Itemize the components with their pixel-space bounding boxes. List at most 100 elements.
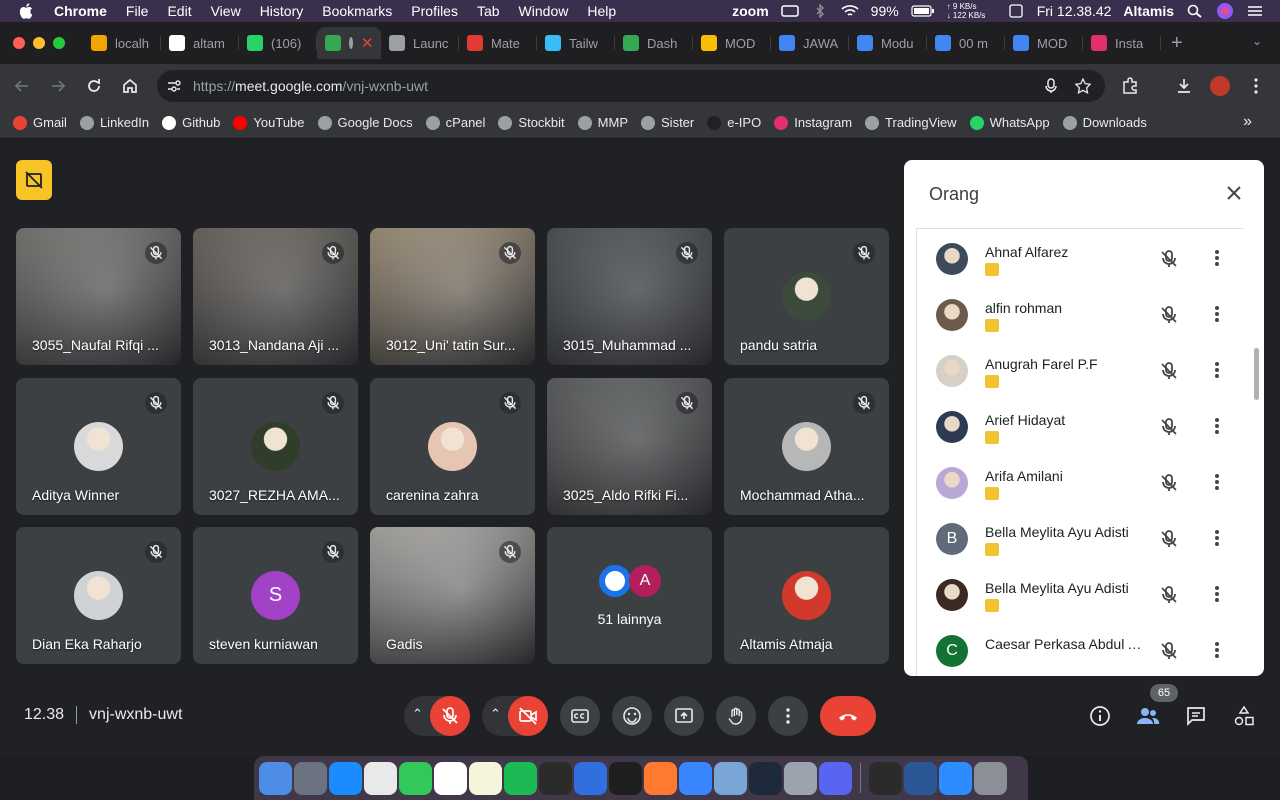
- wifi-icon[interactable]: [841, 4, 859, 18]
- siri-icon[interactable]: [1216, 2, 1234, 20]
- bluetooth-icon[interactable]: [811, 4, 829, 18]
- close-tab-icon[interactable]: ✕: [361, 34, 374, 52]
- people-list-item[interactable]: C Caesar Perkasa Abdul A...: [917, 621, 1244, 676]
- back-button[interactable]: [4, 68, 40, 104]
- bookmark-item[interactable]: WhatsApp: [969, 115, 1050, 130]
- calendar-icon[interactable]: [1007, 4, 1025, 18]
- participant-more-button[interactable]: [1207, 248, 1227, 268]
- bookmark-item[interactable]: Gmail: [13, 115, 67, 130]
- mute-participant-button[interactable]: [1159, 249, 1179, 269]
- people-list-item[interactable]: Anugrah Farel P.F: [917, 341, 1244, 397]
- dock-app-icon[interactable]: [819, 761, 852, 795]
- dock-app-icon[interactable]: [714, 761, 747, 795]
- people-list-scrollbar[interactable]: [1254, 348, 1259, 400]
- participant-tile[interactable]: Altamis Atmaja: [724, 527, 889, 664]
- activities-button[interactable]: [1224, 696, 1264, 736]
- participant-tile[interactable]: 3027_REZHA AMA...: [193, 378, 358, 515]
- participant-tile[interactable]: 3025_Aldo Rifki Fi...: [547, 378, 712, 515]
- control-center-icon[interactable]: [1246, 4, 1264, 18]
- minimize-window-button[interactable]: [33, 37, 45, 49]
- tab-active-meet[interactable]: ✕: [317, 27, 381, 59]
- battery-icon[interactable]: [911, 4, 935, 18]
- microphone-icon[interactable]: [1043, 78, 1059, 94]
- new-tab-button[interactable]: +: [1171, 32, 1183, 55]
- zoom-window-button[interactable]: [53, 37, 65, 49]
- people-list-item[interactable]: alfin rohman: [917, 285, 1244, 341]
- mute-participant-button[interactable]: [1159, 305, 1179, 325]
- browser-tab[interactable]: Mate: [459, 27, 537, 59]
- menu-tab[interactable]: Tab: [477, 3, 500, 19]
- tab-search-chevron-icon[interactable]: ⌄: [1252, 34, 1268, 50]
- browser-tab[interactable]: Insta: [1083, 27, 1161, 59]
- browser-tab[interactable]: altam: [161, 27, 239, 59]
- more-options-button[interactable]: [768, 696, 808, 736]
- spotlight-search-icon[interactable]: [1186, 4, 1204, 18]
- dock-app-icon[interactable]: [869, 761, 902, 795]
- participant-tile[interactable]: 3013_Nandana Aji ...: [193, 228, 358, 365]
- browser-tab[interactable]: MOD: [1005, 27, 1083, 59]
- browser-tab[interactable]: (106): [239, 27, 317, 59]
- captions-button[interactable]: [560, 696, 600, 736]
- menu-view[interactable]: View: [211, 3, 241, 19]
- menu-help[interactable]: Help: [587, 3, 616, 19]
- participant-more-button[interactable]: [1207, 472, 1227, 492]
- people-list-item[interactable]: Arief Hidayat: [917, 397, 1244, 453]
- menu-profiles[interactable]: Profiles: [411, 3, 458, 19]
- chat-button[interactable]: [1176, 696, 1216, 736]
- browser-tab[interactable]: JAWA: [771, 27, 849, 59]
- dock-app-icon[interactable]: [974, 761, 1007, 795]
- dock-app-icon[interactable]: [784, 761, 817, 795]
- bookmark-star-icon[interactable]: [1075, 78, 1091, 94]
- dock-app-icon[interactable]: [574, 761, 607, 795]
- dock-app-icon[interactable]: [329, 761, 362, 795]
- apple-icon[interactable]: [18, 2, 36, 20]
- bookmark-item[interactable]: YouTube: [233, 115, 305, 130]
- address-bar[interactable]: https://meet.google.com/vnj-wxnb-uwt: [157, 70, 1105, 102]
- bookmark-item[interactable]: Sister: [641, 115, 694, 130]
- leave-call-button[interactable]: [820, 696, 876, 736]
- home-button[interactable]: [112, 68, 148, 104]
- bookmark-item[interactable]: Stockbit: [498, 115, 565, 130]
- unmute-microphone-button[interactable]: [430, 696, 470, 736]
- participant-tile[interactable]: Ssteven kurniawan: [193, 527, 358, 664]
- participant-tile[interactable]: 3012_Uni' tatin Sur...: [370, 228, 535, 365]
- people-list-item[interactable]: B Bella Meylita Ayu Adisti: [917, 509, 1244, 565]
- meeting-details-button[interactable]: [1080, 696, 1120, 736]
- bookmark-item[interactable]: e-IPO: [707, 115, 761, 130]
- bookmark-item[interactable]: MMP: [577, 115, 628, 130]
- clock[interactable]: Fri 12.38.42: [1037, 3, 1112, 19]
- audio-options-chevron-icon[interactable]: ⌃: [412, 706, 423, 722]
- more-participants-tile[interactable]: A 51 lainnya: [547, 527, 712, 664]
- present-screen-button[interactable]: [664, 696, 704, 736]
- raise-hand-button[interactable]: [716, 696, 756, 736]
- mute-participant-button[interactable]: [1159, 641, 1179, 661]
- bookmark-item[interactable]: Instagram: [774, 115, 852, 130]
- dock-app-icon[interactable]: [294, 761, 327, 795]
- participant-tile[interactable]: Mochammad Atha...: [724, 378, 889, 515]
- dock-app-icon[interactable]: [434, 761, 467, 795]
- close-icon[interactable]: [1224, 183, 1244, 203]
- chrome-menu-button[interactable]: [1238, 68, 1274, 104]
- dock-app-icon[interactable]: [904, 761, 937, 795]
- dock-app-icon[interactable]: [364, 761, 397, 795]
- dock-app-icon[interactable]: [644, 761, 677, 795]
- user-name[interactable]: Altamis: [1123, 3, 1174, 19]
- participant-tile[interactable]: carenina zahra: [370, 378, 535, 515]
- participant-more-button[interactable]: [1207, 416, 1227, 436]
- mute-participant-button[interactable]: [1159, 585, 1179, 605]
- host-controls-button[interactable]: [16, 160, 52, 200]
- close-window-button[interactable]: [13, 37, 25, 49]
- browser-tab[interactable]: 00 m: [927, 27, 1005, 59]
- people-list-item[interactable]: Bella Meylita Ayu Adisti: [917, 565, 1244, 621]
- participant-more-button[interactable]: [1207, 528, 1227, 548]
- people-list-item[interactable]: Arifa Amilani: [917, 453, 1244, 509]
- browser-tab[interactable]: Modu: [849, 27, 927, 59]
- people-button[interactable]: [1128, 696, 1168, 736]
- dock-app-icon[interactable]: [469, 761, 502, 795]
- participant-tile[interactable]: Dian Eka Raharjo: [16, 527, 181, 664]
- menu-file[interactable]: File: [126, 3, 149, 19]
- browser-tab[interactable]: MOD: [693, 27, 771, 59]
- forward-button[interactable]: [40, 68, 76, 104]
- participant-tile[interactable]: pandu satria: [724, 228, 889, 365]
- reactions-button[interactable]: [612, 696, 652, 736]
